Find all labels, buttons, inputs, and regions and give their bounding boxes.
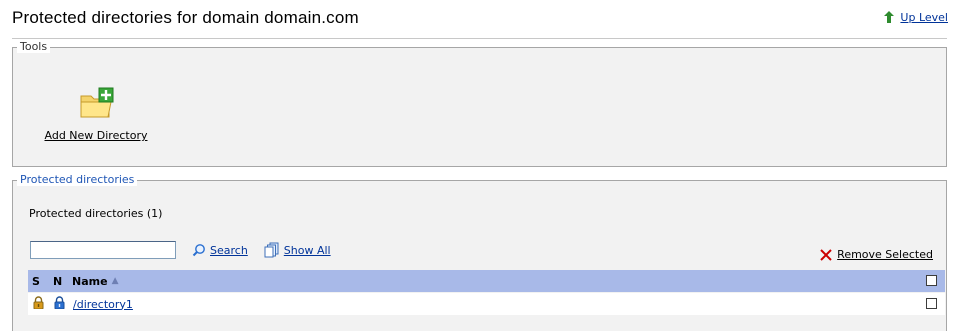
tools-panel: Tools Add New Directory bbox=[12, 40, 947, 167]
column-n-header[interactable]: N bbox=[53, 275, 72, 288]
table-row: /directory1 bbox=[28, 293, 945, 315]
protected-count: Protected directories (1) bbox=[29, 207, 163, 220]
page-title: Protected directories for domain domain.… bbox=[12, 8, 359, 27]
remove-selected-button[interactable]: Remove Selected bbox=[820, 248, 933, 261]
show-all-link[interactable]: Show All bbox=[284, 244, 331, 257]
search-button[interactable]: Search bbox=[192, 243, 248, 257]
non-ssl-status bbox=[54, 296, 73, 312]
column-name-header[interactable]: Name ▲ bbox=[72, 275, 118, 288]
select-all-checkbox[interactable] bbox=[926, 275, 937, 286]
show-all-button[interactable]: Show All bbox=[264, 242, 331, 258]
table-header: S N Name ▲ bbox=[28, 270, 945, 292]
remove-selected-link[interactable]: Remove Selected bbox=[837, 248, 933, 261]
lock-icon bbox=[54, 296, 65, 310]
red-x-icon bbox=[820, 248, 832, 261]
column-name-label: Name bbox=[72, 274, 108, 288]
magnifier-icon bbox=[192, 244, 205, 257]
search-input[interactable] bbox=[30, 241, 176, 259]
directory-name-link[interactable]: /directory1 bbox=[73, 298, 133, 311]
row-checkbox[interactable] bbox=[926, 298, 937, 309]
ssl-status bbox=[28, 296, 54, 312]
up-level[interactable]: Up Level bbox=[882, 10, 948, 24]
search-link[interactable]: Search bbox=[210, 244, 248, 257]
add-new-directory-link[interactable]: Add New Directory bbox=[41, 129, 151, 142]
search-bar: Search Show All bbox=[30, 241, 331, 259]
pages-icon bbox=[264, 242, 279, 258]
lock-icon bbox=[33, 296, 44, 310]
protected-legend: Protected directories bbox=[17, 173, 138, 186]
folder-add-icon bbox=[80, 87, 114, 118]
add-new-directory-tool[interactable]: Add New Directory bbox=[41, 86, 151, 142]
protected-directories-panel: Protected directories Protected director… bbox=[12, 173, 947, 331]
up-level-link[interactable]: Up Level bbox=[900, 11, 948, 24]
title-divider bbox=[12, 38, 947, 39]
tools-legend: Tools bbox=[17, 40, 51, 53]
sort-ascending-icon: ▲ bbox=[111, 276, 119, 286]
up-arrow-icon bbox=[884, 11, 895, 23]
column-s-header[interactable]: S bbox=[28, 275, 53, 288]
